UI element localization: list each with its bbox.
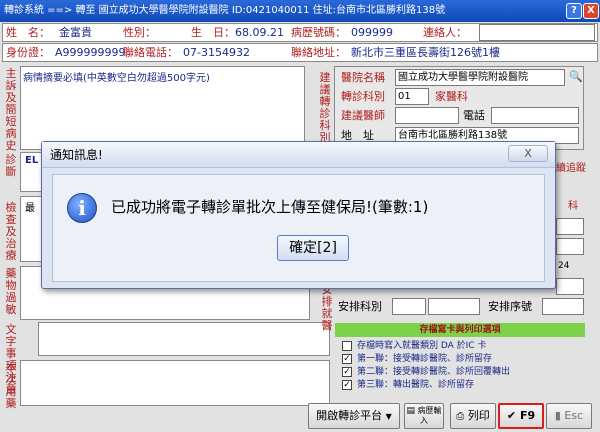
f9-save-button[interactable]: ✔ F9 <box>498 403 544 429</box>
window-close-button[interactable]: X <box>583 3 599 19</box>
esc-button[interactable]: ▮ Esc <box>546 403 592 429</box>
open-platform-label: 開啟轉診平台 <box>316 409 383 422</box>
name-label: 姓 名： <box>6 26 50 39</box>
document-icon: ▤ <box>406 406 415 416</box>
notes-area[interactable] <box>38 322 330 356</box>
f9-label: F9 <box>519 409 536 422</box>
complaint-textarea[interactable]: 病情摘要必填(中英數空白勿超過500字元) <box>20 66 305 150</box>
medication-area[interactable] <box>20 360 330 406</box>
arrange-seq-input[interactable] <box>542 298 584 315</box>
medrec-label: 病歷輸入 <box>417 406 442 425</box>
right-input-1[interactable] <box>556 218 584 235</box>
arrange-seq-label: 安排序號 <box>488 300 532 313</box>
id-label: 身份證： <box>6 46 50 59</box>
hosp-input[interactable]: 國立成功大學醫學院附設醫院 <box>395 69 565 86</box>
option-checkbox[interactable] <box>342 341 352 351</box>
dialog-body: i 已成功將電子轉診單批次上傳至健保局!(筆數:1) 確定[2] <box>52 174 545 282</box>
contact-label: 連絡人： <box>423 26 467 39</box>
esc-label: Esc <box>564 409 584 422</box>
track-label: 續追蹤 <box>556 163 586 174</box>
options-header: 存檔寫卡與列印選項 <box>335 323 585 337</box>
tel-input[interactable] <box>491 107 579 124</box>
dept-short-label: 科 <box>568 201 578 212</box>
right-input-2[interactable] <box>556 238 584 255</box>
option-label: 第三聯：轉出醫院、診所留存 <box>357 380 475 390</box>
medication-label: 本次用藥 <box>5 361 17 410</box>
option-checkbox[interactable]: ✓ <box>342 380 352 390</box>
complaint-label: 主訴及簡短病史 <box>5 67 17 152</box>
info-icon: i <box>67 193 97 223</box>
window-titlebar: 轉診系統 ==> 轉至 國立成功大學醫學院附設醫院 ID:0421040011 … <box>0 0 600 22</box>
dept-name: 家醫科 <box>435 90 468 103</box>
sex-label: 性別： <box>123 26 156 39</box>
dept-code-select[interactable]: 01 <box>395 88 429 105</box>
arrange-label: 安排就醫 <box>321 283 333 332</box>
right-input-3[interactable] <box>556 278 584 295</box>
drug-allergy-label: 藥物過敏 <box>5 267 17 316</box>
dialog-title: 通知訊息! <box>50 148 103 162</box>
chart-label: 病歷號碼： <box>291 26 346 39</box>
medrec-button[interactable]: ▤ 病歷輸入 <box>404 403 444 429</box>
printer-icon: ⎙ <box>456 411 465 422</box>
help-button[interactable]: ? <box>566 3 582 19</box>
open-platform-button[interactable]: 開啟轉診平台 ▼ <box>308 403 400 429</box>
exam-prefix: 最 <box>25 203 35 214</box>
option-checkbox[interactable]: ✓ <box>342 354 352 364</box>
birth-label: 生 日： <box>191 26 235 39</box>
window-title: 轉診系統 ==> 轉至 國立成功大學醫學院附設醫院 ID:0421040011 … <box>4 5 446 16</box>
date-short: 24 <box>558 261 570 271</box>
diagnosis-code: EL <box>25 155 39 166</box>
dialog-ok-button[interactable]: 確定[2] <box>277 235 349 261</box>
referral-panel: 醫院名稱 國立成功大學醫學院附設醫院 🔍 轉診科別 01 家醫科 建議醫師 電話… <box>334 66 584 150</box>
patient-row-2: 身份證： A999999999 聯絡電話： 07-3154932 聯絡地址： 新… <box>2 43 598 62</box>
arrange-dept-select[interactable] <box>392 298 426 315</box>
patient-address: 新北市三重區長壽街126號1樓 <box>351 46 500 59</box>
doctor-select[interactable] <box>395 107 459 124</box>
patient-chart-no: 099999 <box>351 26 393 39</box>
dialog-titlebar: 通知訊息! <box>42 142 555 168</box>
patient-name: 金富貴 <box>59 26 92 39</box>
chevron-down-icon: ▼ <box>385 412 392 421</box>
option-checkbox[interactable]: ✓ <box>342 367 352 377</box>
arrange-dept-name[interactable] <box>428 298 480 315</box>
dialog-message: 已成功將電子轉診單批次上傳至健保局!(筆數:1) <box>111 198 429 216</box>
contact-input[interactable] <box>479 24 595 41</box>
exam-label: 檢查及治療 <box>5 201 17 262</box>
print-label: 列印 <box>467 409 490 422</box>
patient-row-1: 姓 名： 金富貴 性別： 生 日： 68.09.21 病歷號碼： 099999 … <box>2 23 598 42</box>
print-button[interactable]: ⎙ 列印 <box>450 403 496 429</box>
tel-label: 電話 <box>463 109 485 122</box>
addr-label: 聯絡地址： <box>291 46 346 59</box>
patient-phone: 07-3154932 <box>183 46 250 59</box>
doctor-label: 建議醫師 <box>341 109 385 122</box>
checkmark-icon: ✔ <box>506 409 517 422</box>
dialog-close-button[interactable]: X <box>508 145 548 162</box>
door-exit-icon: ▮ <box>554 409 561 422</box>
complaint-text: 病情摘要必填(中英數空白勿超過500字元) <box>23 73 210 84</box>
patient-birth: 68.09.21 <box>235 26 284 39</box>
notice-dialog: 通知訊息! X i 已成功將電子轉診單批次上傳至健保局!(筆數:1) 確定[2] <box>41 141 556 289</box>
arrange-dept-label: 安排科別 <box>338 300 382 313</box>
patient-id: A999999999 <box>55 46 126 59</box>
phone-label: 聯絡電話： <box>123 46 178 59</box>
dept-label: 轉診科別 <box>341 90 385 103</box>
hosp-label: 醫院名稱 <box>341 71 385 84</box>
search-icon[interactable]: 🔍 <box>569 70 583 83</box>
diagnosis-label: 診斷 <box>5 153 17 178</box>
referral-section-label: 建議轉診科別 <box>319 71 331 144</box>
